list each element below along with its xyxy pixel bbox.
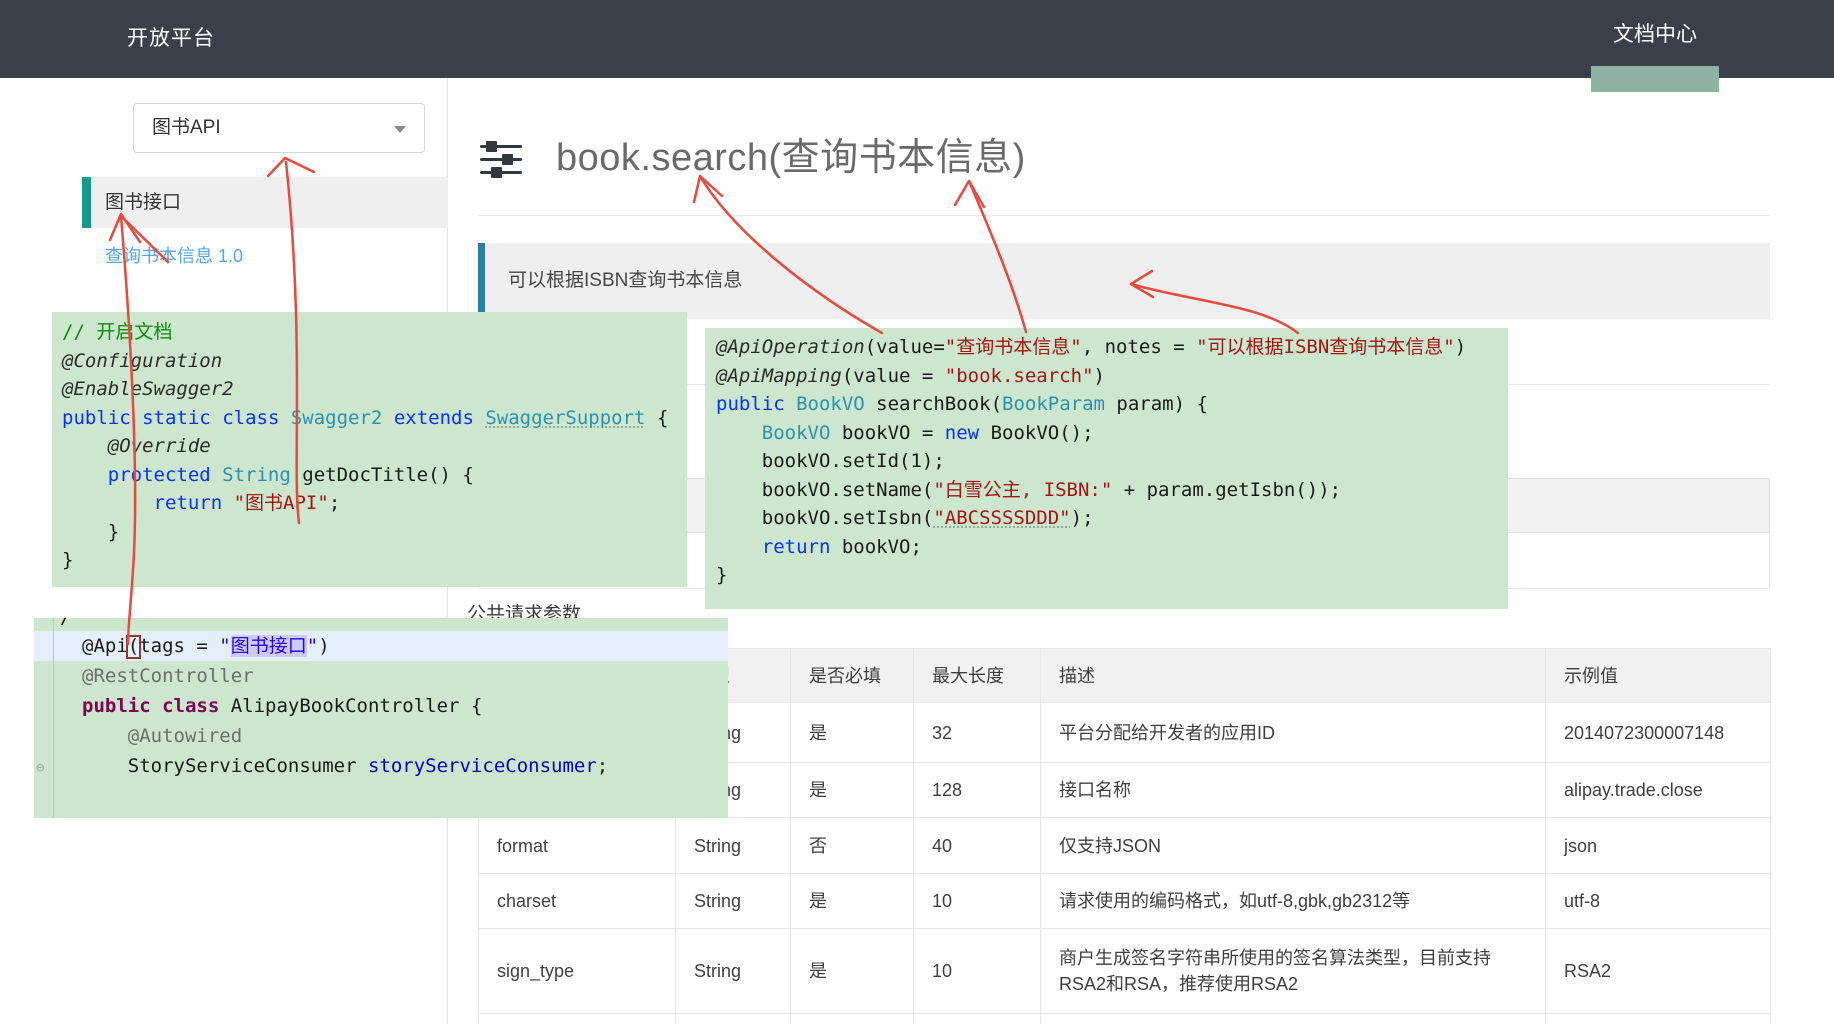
table-cell: 32 xyxy=(914,703,1041,763)
table-cell: 是 xyxy=(791,703,914,763)
code-line: @Api(tags = "图书接口") xyxy=(34,631,728,661)
chevron-down-icon xyxy=(394,126,406,133)
divider xyxy=(478,215,1770,216)
code-line: @EnableSwagger2 xyxy=(62,375,687,404)
table-cell: 请求使用的编码格式，如utf-8,gbk,gb2312等 xyxy=(1041,874,1546,929)
code-line: @Autowired xyxy=(34,721,728,751)
code-line: } xyxy=(62,546,687,575)
api-select-dropdown[interactable]: 图书API xyxy=(133,103,425,153)
code-line: bookVO.setName("白雪公主, ISBN:" + param.get… xyxy=(716,476,1508,505)
sliders-icon xyxy=(480,141,522,179)
code-line: @ApiOperation(value="查询书本信息", notes = "可… xyxy=(716,333,1508,362)
table-cell xyxy=(1546,1014,1771,1024)
table-cell: 接口名称 xyxy=(1041,763,1546,818)
code-partial-line: / xyxy=(34,618,728,631)
code-line: public class AlipayBookController { xyxy=(34,691,728,721)
code-screenshot-search-book: @ApiOperation(value="查询书本信息", notes = "可… xyxy=(705,328,1508,609)
table-cell: String xyxy=(676,929,791,1014)
table-row: sign_typeString是10商户生成签名字符串所使用的签名算法类型，目前… xyxy=(479,929,1771,1014)
api-select-value: 图书API xyxy=(152,104,221,152)
table-cell: 是 xyxy=(791,763,914,818)
table-cell: format xyxy=(479,818,676,874)
code-line: @Override xyxy=(62,432,687,461)
table-cell: RSA2 xyxy=(1546,929,1771,1014)
code-line: } xyxy=(62,518,687,547)
sidebar-link-query-book-info[interactable]: 查询书本信息 1.0 xyxy=(105,242,243,268)
sidebar-item-book-group[interactable]: 图书接口 xyxy=(82,177,448,228)
brand-title: 开放平台 xyxy=(127,0,215,78)
table-cell: charset xyxy=(479,874,676,929)
code-line: protected String getDocTitle() { xyxy=(62,461,687,490)
table-cell: String xyxy=(676,874,791,929)
code-line: public BookVO searchBook(BookParam param… xyxy=(716,390,1508,419)
code-line: @ApiMapping(value = "book.search") xyxy=(716,362,1508,391)
table-cell xyxy=(479,1014,676,1024)
notice-bar: 可以根据ISBN查询书本信息 xyxy=(478,243,1770,319)
code-screenshot-controller: ⊖ /@Api(tags = "图书接口")@RestControllerpub… xyxy=(34,618,728,818)
table-cell xyxy=(1041,1014,1546,1024)
table-cell: 40 xyxy=(914,818,1041,874)
column-header: 示例值 xyxy=(1546,649,1771,703)
sidebar-item-label: 图书接口 xyxy=(105,177,181,228)
code-line: // 开启文档 xyxy=(62,318,687,347)
table-row: charsetString是10请求使用的编码格式，如utf-8,gbk,gb2… xyxy=(479,874,1771,929)
code-screenshot-swagger-config: // 开启文档@Configuration@EnableSwagger2publ… xyxy=(52,312,687,587)
table-cell xyxy=(914,1014,1041,1024)
table-cell: 10 xyxy=(914,929,1041,1014)
table-cell: alipay.trade.close xyxy=(1546,763,1771,818)
code-line: StoryServiceConsumer storyServiceConsume… xyxy=(34,751,728,781)
column-header: 描述 xyxy=(1041,649,1546,703)
top-navbar: 开放平台 文档中心 xyxy=(0,0,1834,78)
table-cell: 是 xyxy=(791,929,914,1014)
table-cell: sign_type xyxy=(479,929,676,1014)
code-line: bookVO.setIsbn("ABCSSSSDDD"); xyxy=(716,504,1508,533)
code-line: public static class Swagger2 extends Swa… xyxy=(62,404,687,433)
table-row: formatString否40仅支持JSONjson xyxy=(479,818,1771,874)
table-cell: String xyxy=(676,818,791,874)
table-cell: 平台分配给开发者的应用ID xyxy=(1041,703,1546,763)
code-line: } xyxy=(716,561,1508,590)
table-cell: 是 xyxy=(791,874,914,929)
table-cell: 10 xyxy=(914,874,1041,929)
notice-text: 可以根据ISBN查询书本信息 xyxy=(508,243,742,319)
table-cell: 否 xyxy=(791,818,914,874)
nav-item-doc-center[interactable]: 文档中心 xyxy=(1590,0,1720,78)
code-line: bookVO.setId(1); xyxy=(716,447,1508,476)
code-line: return bookVO; xyxy=(716,533,1508,562)
table-cell: 商户生成签名字符串所使用的签名算法类型，目前支持RSA2和RSA，推荐使用RSA… xyxy=(1041,929,1546,1014)
code-line: @Configuration xyxy=(62,347,687,376)
fold-marker-icon: ⊖ xyxy=(36,760,44,776)
active-item-accent-bar xyxy=(82,177,91,228)
table-cell: 2014072300007148 xyxy=(1546,703,1771,763)
column-header: 是否必填 xyxy=(791,649,914,703)
table-cell xyxy=(791,1014,914,1024)
table-cell: utf-8 xyxy=(1546,874,1771,929)
table-cell: 128 xyxy=(914,763,1041,818)
column-header: 最大长度 xyxy=(914,649,1041,703)
code-line: @RestController xyxy=(34,661,728,691)
table-cell: 仅支持JSON xyxy=(1041,818,1546,874)
table-row xyxy=(479,1014,1771,1024)
page-title: book.search(查询书本信息) xyxy=(556,136,1026,180)
table-cell xyxy=(676,1014,791,1024)
code-line: return "图书API"; xyxy=(62,489,687,518)
code-line: BookVO bookVO = new BookVO(); xyxy=(716,419,1508,448)
table-cell: json xyxy=(1546,818,1771,874)
